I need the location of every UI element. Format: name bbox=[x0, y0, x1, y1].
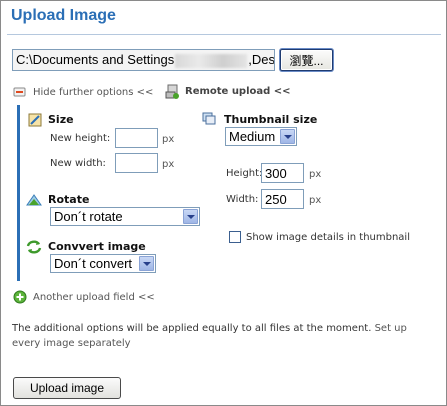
title-divider bbox=[7, 34, 441, 35]
remote-upload-label: Remote upload << bbox=[185, 85, 291, 97]
new-height-label: New height: bbox=[50, 133, 111, 144]
new-height-input[interactable] bbox=[115, 128, 158, 148]
options-note: The additional options will be applied e… bbox=[12, 321, 432, 351]
chevron-down-icon[interactable] bbox=[280, 129, 295, 144]
rotate-selected-value: Don´t rotate bbox=[54, 209, 123, 224]
thumb-height-unit: px bbox=[309, 169, 322, 180]
new-width-input[interactable] bbox=[115, 153, 158, 173]
options-accent-rule bbox=[17, 105, 20, 281]
upload-image-button[interactable]: Upload image bbox=[13, 377, 121, 399]
thumbnail-title: Thumbnail size bbox=[224, 113, 318, 126]
thumb-width-label: Width: bbox=[226, 194, 259, 205]
page-title: Upload Image bbox=[11, 7, 116, 24]
options-note-text: The additional options will be applied e… bbox=[12, 323, 372, 334]
convert-select[interactable]: Don´t convert bbox=[50, 254, 156, 273]
size-title: Size bbox=[48, 113, 74, 126]
add-icon bbox=[13, 290, 27, 304]
another-upload-link[interactable]: Another upload field << bbox=[13, 290, 155, 304]
new-height-unit: px bbox=[162, 134, 175, 145]
file-path-input[interactable]: C:\Documents and Settings ,Desk bbox=[12, 49, 275, 71]
rotate-title: Rotate bbox=[48, 193, 90, 206]
thumbnail-size-select[interactable]: Medium bbox=[225, 127, 297, 146]
chevron-down-icon[interactable] bbox=[139, 256, 154, 271]
upload-panel: Upload Image C:\Documents and Settings ,D… bbox=[0, 0, 447, 406]
convert-selected-value: Don´t convert bbox=[54, 256, 133, 271]
thumb-height-label: Height: bbox=[226, 168, 263, 179]
convert-title: Convvert image bbox=[48, 240, 146, 253]
new-width-unit: px bbox=[162, 159, 175, 170]
thumb-height-input[interactable] bbox=[261, 163, 304, 183]
show-details-label: Show image details in thumbnail bbox=[246, 232, 410, 243]
thumb-width-input[interactable] bbox=[261, 189, 304, 209]
file-path-prefix: C:\Documents and Settings bbox=[16, 52, 175, 67]
browse-button[interactable]: 瀏覽... bbox=[280, 49, 333, 71]
thumbnail-icon bbox=[202, 112, 216, 126]
hide-options-label: Hide further options << bbox=[33, 86, 154, 98]
file-path-suffix: ,Desk bbox=[248, 52, 275, 67]
new-width-label: New width: bbox=[50, 158, 106, 169]
convert-icon bbox=[26, 240, 42, 254]
hide-options-link[interactable]: Hide further options << bbox=[13, 85, 153, 99]
thumb-width-unit: px bbox=[309, 195, 322, 206]
redacted-path-segment bbox=[175, 53, 248, 68]
remote-upload-link[interactable]: Remote upload << bbox=[165, 84, 291, 99]
rotate-select[interactable]: Don´t rotate bbox=[50, 207, 200, 226]
thumbnail-selected-value: Medium bbox=[229, 129, 276, 144]
rotate-icon bbox=[26, 193, 42, 207]
show-details-checkbox[interactable] bbox=[229, 231, 241, 243]
another-upload-label: Another upload field << bbox=[33, 291, 155, 303]
size-icon bbox=[28, 113, 42, 127]
collapse-options-icon bbox=[13, 85, 27, 99]
chevron-down-icon[interactable] bbox=[183, 209, 198, 224]
remote-upload-icon bbox=[165, 84, 179, 99]
